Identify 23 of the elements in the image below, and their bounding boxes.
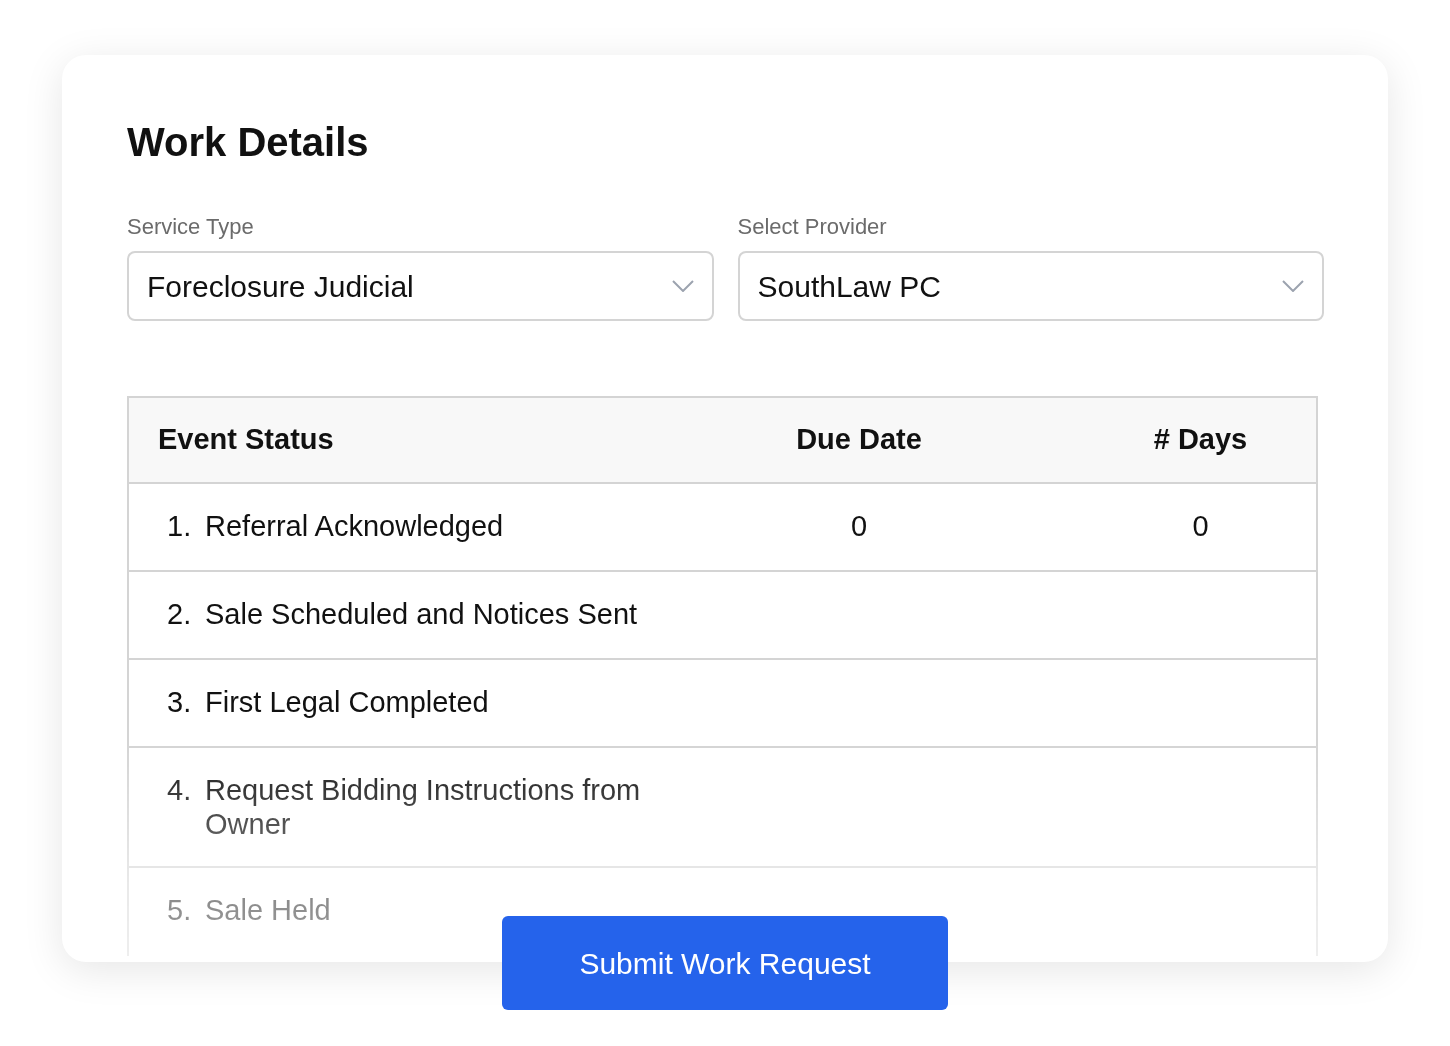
column-header: Due Date [795,422,923,458]
days-cell: 0 [1192,510,1209,542]
page-title: Work Details [127,119,370,166]
event-name: First Legal Completed [205,685,489,719]
field-label: Select Provider [737,213,888,241]
step-number: 5. [167,893,193,927]
column-header: # Days [1152,422,1249,458]
dropdown-field[interactable]: Foreclosure Judicial [127,251,714,321]
column-header: Event Status [157,422,335,458]
chevron-down-icon [671,280,694,292]
step-number: 1. [167,509,193,543]
step-number: 2. [167,597,193,631]
dropdown-field[interactable]: SouthLaw PC [737,251,1324,321]
event-name: Request Bidding Instructions from Owner [205,773,642,841]
submit-button[interactable]: Submit Work Request [502,916,948,1010]
due-date-cell: 0 [850,510,868,542]
step-number: 3. [167,685,193,719]
event-name: Referral Acknowledged [205,509,504,543]
field-label: Service Type [127,213,255,241]
event-name: Sale Scheduled and Notices Sent [205,597,638,631]
chevron-down-icon [1282,280,1304,292]
step-number: 4. [167,773,193,808]
event-name: Sale Held [205,893,331,927]
